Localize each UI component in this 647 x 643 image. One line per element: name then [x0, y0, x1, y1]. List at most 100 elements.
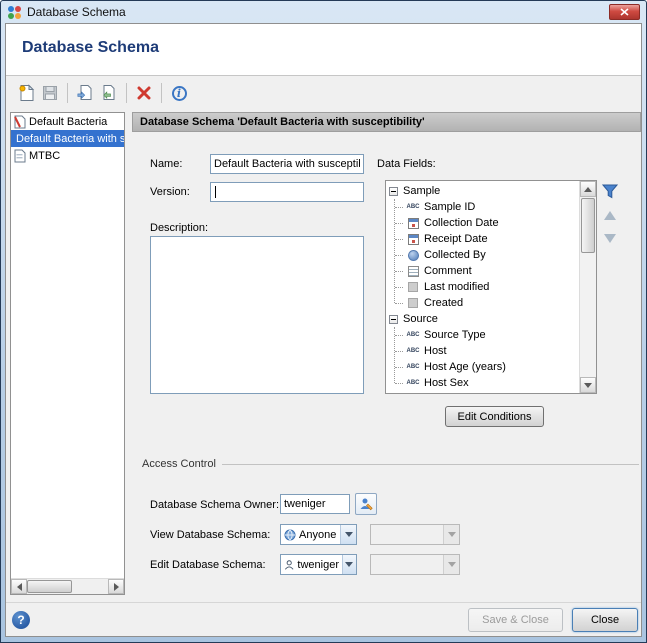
tree-item[interactable]: Collection Date	[386, 215, 579, 231]
text-field-icon: ABC	[406, 377, 420, 389]
view-schema-value: Anyone	[299, 529, 336, 541]
tree-item[interactable]: ABC Host Age (years)	[386, 359, 579, 375]
edit-field-button[interactable]	[601, 182, 619, 200]
close-window-button[interactable]	[609, 4, 640, 20]
dropdown-arrow-icon[interactable]	[340, 525, 356, 544]
description-label: Description:	[150, 222, 208, 234]
version-label: Version:	[150, 186, 190, 198]
tree-item[interactable]: Created	[386, 295, 579, 311]
schema-list-horizontal-scrollbar[interactable]	[11, 578, 124, 594]
user-field-icon	[406, 249, 420, 261]
schema-list-item[interactable]: MTBC	[11, 147, 124, 164]
section-divider	[222, 464, 639, 465]
text-field-icon: ABC	[406, 345, 420, 357]
tree-item-label: Host	[424, 345, 447, 357]
tree-item-label: Host Sex	[424, 377, 469, 389]
collapse-icon[interactable]	[389, 315, 398, 324]
edit-conditions-button[interactable]: Edit Conditions	[445, 406, 544, 427]
auto-field-icon	[406, 297, 420, 309]
move-down-button	[601, 229, 619, 247]
info-icon: i	[172, 86, 187, 101]
tree-children: ABC Source Type ABC Host ABC Host Age (y…	[386, 327, 579, 391]
import-icon	[76, 84, 94, 102]
arrow-down-icon	[604, 234, 616, 243]
tree-item-label: Created	[424, 297, 463, 309]
tree-item-label: Last modified	[424, 281, 489, 293]
owner-input[interactable]	[280, 494, 350, 514]
view-schema-combobox[interactable]: Anyone	[280, 524, 357, 545]
tree-group-sample[interactable]: Sample	[386, 183, 579, 199]
tree-item[interactable]: Collected By	[386, 247, 579, 263]
text-caret	[215, 186, 216, 198]
close-button[interactable]: Close	[572, 608, 638, 632]
scrollbar-thumb[interactable]	[27, 580, 72, 593]
edit-schema-secondary-combobox	[370, 554, 460, 575]
scroll-up-button[interactable]	[580, 181, 596, 197]
save-and-close-button: Save & Close	[468, 608, 563, 632]
auto-field-icon	[406, 281, 420, 293]
text-field-icon: ABC	[406, 361, 420, 373]
scroll-down-button[interactable]	[580, 377, 596, 393]
description-textarea[interactable]	[150, 236, 364, 394]
scrollbar-thumb[interactable]	[581, 198, 595, 253]
titlebar[interactable]: Database Schema	[1, 1, 646, 23]
tree-item-label: Source Type	[424, 329, 486, 341]
dropdown-arrow-icon[interactable]	[342, 555, 356, 574]
export-schema-button[interactable]	[97, 81, 121, 105]
tree-item-label: Receipt Date	[424, 233, 488, 245]
select-owner-button[interactable]	[355, 493, 377, 515]
page-title: Database Schema	[22, 39, 159, 57]
tree-item-label: Collected By	[424, 249, 486, 261]
arrow-up-icon	[604, 211, 616, 220]
new-schema-button[interactable]	[14, 81, 38, 105]
new-icon	[18, 84, 35, 102]
date-field-icon	[406, 217, 420, 229]
info-button[interactable]: i	[167, 81, 191, 105]
tree-item[interactable]: ABC Source Type	[386, 327, 579, 343]
help-icon: ?	[17, 613, 24, 627]
schema-list-item[interactable]: Default Bacteria	[11, 113, 124, 130]
toolbar-separator	[161, 83, 162, 103]
tree-item-label: Collection Date	[424, 217, 499, 229]
toolbar-separator	[67, 83, 68, 103]
text-field-icon: ABC	[406, 201, 420, 213]
schema-doc-icon	[13, 149, 26, 163]
text-field-icon: ABC	[406, 329, 420, 341]
tree-item[interactable]: ABC Host Sex	[386, 375, 579, 391]
tree-item[interactable]: ABC Host	[386, 343, 579, 359]
import-schema-button[interactable]	[73, 81, 97, 105]
tree-vertical-scrollbar[interactable]	[579, 181, 596, 393]
name-label: Name:	[150, 158, 182, 170]
view-schema-secondary-combobox	[370, 524, 460, 545]
database-schema-window: Database Schema Database Schema	[0, 0, 647, 643]
tree-item[interactable]: ABC Sample ID	[386, 199, 579, 215]
schema-list: Default Bacteria Default Bacteria with s…	[10, 112, 125, 595]
collapse-icon[interactable]	[389, 187, 398, 196]
save-schema-button	[38, 81, 62, 105]
dialog-body: Database Schema	[5, 23, 642, 637]
export-icon	[100, 84, 118, 102]
scroll-right-button[interactable]	[108, 579, 124, 594]
tree-item[interactable]: Last modified	[386, 279, 579, 295]
version-input[interactable]	[210, 182, 364, 202]
window-title: Database Schema	[27, 5, 126, 19]
scroll-left-button[interactable]	[11, 579, 27, 594]
tree-group-source[interactable]: Source	[386, 311, 579, 327]
dropdown-arrow-icon	[443, 525, 459, 544]
help-button[interactable]: ?	[12, 611, 30, 629]
name-input[interactable]	[210, 154, 364, 174]
toolbar-separator	[126, 83, 127, 103]
dropdown-arrow-icon	[443, 555, 459, 574]
footer-divider	[6, 602, 641, 603]
delete-schema-button[interactable]	[132, 81, 156, 105]
edit-schema-combobox[interactable]: tweniger	[280, 554, 357, 575]
tree-item[interactable]: Receipt Date	[386, 231, 579, 247]
schema-list-items: Default Bacteria Default Bacteria with s…	[11, 113, 124, 578]
toolbar: i	[6, 77, 641, 109]
app-icon	[7, 5, 22, 20]
access-control-title: Access Control	[142, 458, 216, 470]
schema-list-item[interactable]: Default Bacteria with susceptibility	[11, 130, 124, 147]
tree-item[interactable]: Comment	[386, 263, 579, 279]
data-fields-tree: Sample ABC Sample ID Collection Date Rec…	[385, 180, 597, 394]
view-schema-label: View Database Schema:	[150, 529, 270, 541]
